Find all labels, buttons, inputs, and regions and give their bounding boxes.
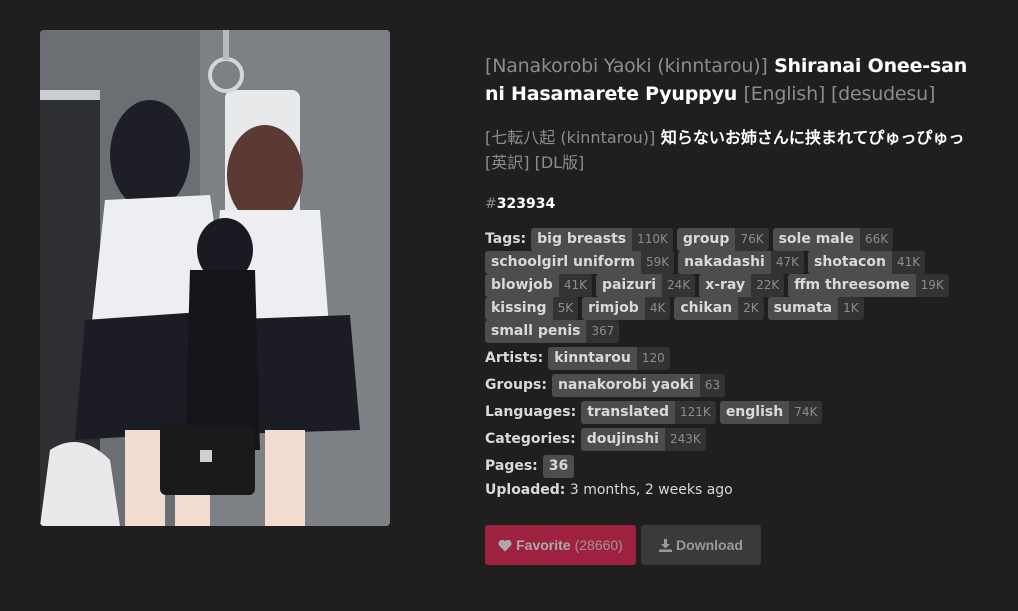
tag-count: 2K	[738, 297, 764, 320]
upload-info: Uploaded: 3 months, 2 weeks ago	[485, 482, 985, 498]
favorite-button[interactable]: Favorite (28660)	[485, 525, 636, 565]
tag-row: Categories: doujinshi 243K	[485, 428, 985, 451]
tag-row: Pages: 36	[485, 455, 985, 478]
tag-chip[interactable]: english 74K	[719, 401, 823, 424]
gallery-title: [Nanakorobi Yaoki (kinntarou)] Shiranai …	[485, 52, 985, 108]
tag-name: english	[719, 401, 790, 424]
tag-chip[interactable]: chikan 2K	[674, 297, 764, 320]
tag-chip[interactable]: kinntarou 120	[548, 347, 670, 370]
cover-illustration	[40, 30, 390, 526]
tag-chip[interactable]: shotacon 41K	[808, 251, 926, 274]
tag-count: 367	[586, 320, 620, 343]
tag-chip[interactable]: nakadashi 47K	[678, 251, 804, 274]
tag-chip[interactable]: translated 121K	[581, 401, 716, 424]
tag-count: 24K	[662, 274, 696, 297]
tag-chip[interactable]: kissing 5K	[485, 297, 579, 320]
tag-name: blowjob	[485, 274, 559, 297]
tag-name: shotacon	[808, 251, 892, 274]
gallery-id: #323934	[485, 196, 985, 212]
tag-chip[interactable]: sole male 66K	[772, 228, 894, 251]
tag-row-label: Categories:	[485, 431, 576, 447]
tag-chip[interactable]: nanakorobi yaoki 63	[551, 374, 726, 397]
tag-count: 121K	[675, 401, 716, 424]
tag-count: 1K	[838, 297, 864, 320]
tag-container: Tags: big breasts 110K group 76K sole male 66K…	[485, 228, 985, 478]
tag-chip[interactable]: 36	[542, 455, 575, 478]
tag-name: kinntarou	[548, 347, 637, 370]
tag-count: 59K	[640, 251, 675, 274]
jp-title-suffix: [英訳] [DL版]	[485, 153, 585, 172]
gallery-title-japanese: [七転八起 (kinntarou)] 知らないお姉さんに挟まれてぴゅっぴゅっ […	[485, 125, 985, 175]
tag-chip[interactable]: rimjob 4K	[582, 297, 671, 320]
title-prefix: [Nanakorobi Yaoki (kinntarou)]	[485, 55, 768, 77]
tag-name: chikan	[674, 297, 739, 320]
tag-name: group	[676, 228, 736, 251]
tag-name: x-ray	[699, 274, 752, 297]
uploaded-value: 3 months, 2 weeks ago	[569, 482, 733, 498]
tag-count: 41K	[891, 251, 926, 274]
tag-name: big breasts	[531, 228, 633, 251]
tag-count: 120	[636, 347, 670, 370]
tag-name: sumata	[767, 297, 839, 320]
tag-row-label: Artists:	[485, 350, 544, 366]
tag-chip[interactable]: small penis 367	[485, 320, 620, 343]
download-icon	[659, 538, 673, 552]
gallery-info: [Nanakorobi Yaoki (kinntarou)] Shiranai …	[485, 52, 985, 498]
action-buttons: Favorite (28660) Download	[485, 525, 761, 565]
tag-chip[interactable]: doujinshi 243K	[580, 428, 706, 451]
tag-count: 66K	[860, 228, 894, 251]
gallery-id-number: 323934	[496, 196, 556, 212]
tag-row: Groups: nanakorobi yaoki 63	[485, 374, 985, 397]
tag-count: 74K	[789, 401, 823, 424]
tag-count: 5K	[552, 297, 579, 320]
title-suffix: [English] [desudesu]	[743, 83, 936, 105]
tag-name: nanakorobi yaoki	[551, 374, 700, 397]
tag-count: 110K	[632, 228, 673, 251]
tag-row-label: Languages:	[485, 404, 577, 420]
tag-name: kissing	[485, 297, 553, 320]
tag-row-label: Groups:	[485, 377, 547, 393]
tag-chip[interactable]: schoolgirl uniform 59K	[485, 251, 675, 274]
tag-count: 4K	[644, 297, 671, 320]
tag-count: 243K	[664, 428, 706, 451]
download-label: Download	[676, 537, 743, 553]
tag-count: 41K	[558, 274, 592, 297]
download-button[interactable]: Download	[641, 525, 761, 565]
heart-icon	[498, 539, 512, 552]
tag-chip[interactable]: blowjob 41K	[485, 274, 592, 297]
tag-row: Tags: big breasts 110K group 76K sole male 66K…	[485, 228, 985, 343]
jp-title-prefix: [七転八起 (kinntarou)]	[485, 128, 656, 147]
tag-chip[interactable]: group 76K	[676, 228, 769, 251]
tag-name: sole male	[772, 228, 861, 251]
tag-count: 19K	[915, 274, 949, 297]
tag-row: Languages: translated 121K english 74K	[485, 401, 985, 424]
tag-name: doujinshi	[580, 428, 665, 451]
tag-name: translated	[581, 401, 676, 424]
tag-chip[interactable]: sumata 1K	[767, 297, 864, 320]
jp-title-main: 知らないお姉さんに挟まれてぴゅっぴゅっ	[660, 128, 965, 147]
tag-name: ffm threesome	[788, 274, 916, 297]
tag-row-label: Pages:	[485, 458, 538, 474]
favorite-count: (28660)	[574, 537, 623, 553]
tag-chip[interactable]: ffm threesome 19K	[788, 274, 949, 297]
tag-row: Artists: kinntarou 120	[485, 347, 985, 370]
tag-chip[interactable]: x-ray 22K	[699, 274, 785, 297]
tag-count: 22K	[751, 274, 785, 297]
uploaded-label: Uploaded:	[485, 482, 566, 498]
favorite-label: Favorite	[516, 537, 571, 553]
tag-name: nakadashi	[678, 251, 771, 274]
tag-name: paizuri	[595, 274, 663, 297]
tag-count: 63	[699, 374, 726, 397]
tag-count: 47K	[770, 251, 804, 274]
tag-row-label: Tags:	[485, 231, 527, 247]
tag-name: small penis	[485, 320, 587, 343]
cover-image[interactable]	[40, 30, 390, 526]
tag-chip[interactable]: paizuri 24K	[595, 274, 696, 297]
tag-name: rimjob	[582, 297, 645, 320]
tag-chip[interactable]: big breasts 110K	[531, 228, 673, 251]
tag-count: 76K	[735, 228, 769, 251]
gallery-id-hash: #	[485, 196, 497, 212]
tag-name: schoolgirl uniform	[485, 251, 641, 274]
tag-name: 36	[542, 455, 575, 478]
